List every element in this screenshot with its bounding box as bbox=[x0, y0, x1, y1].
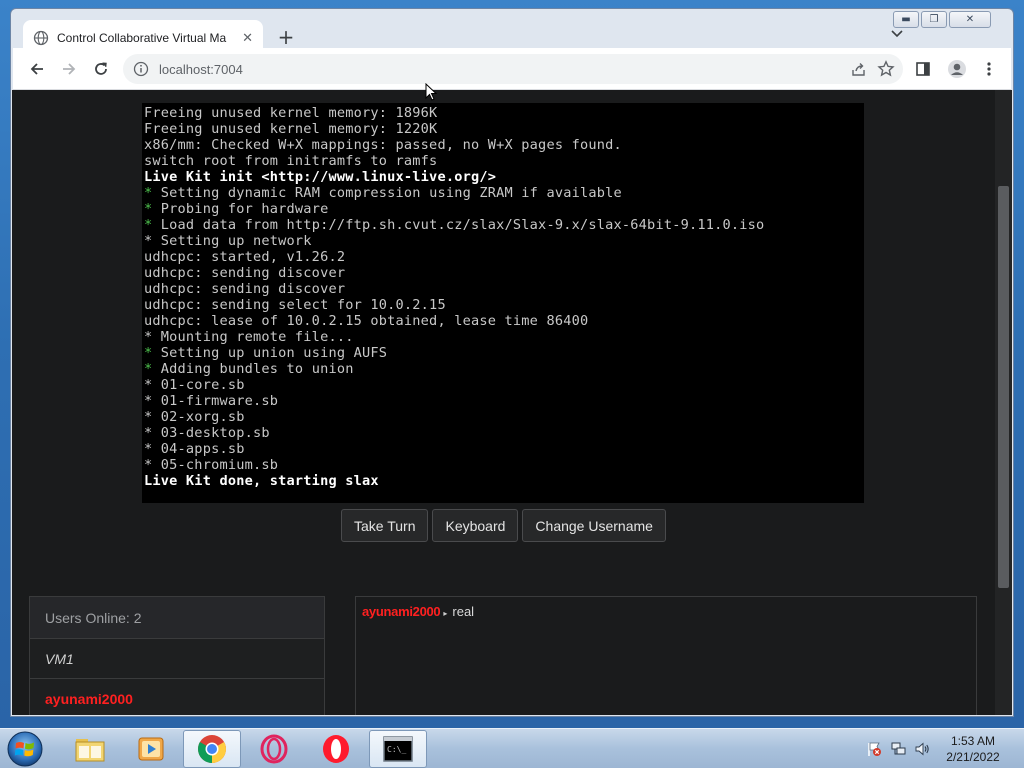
vm-display[interactable]: Freeing unused kernel memory: 1896K Freei… bbox=[142, 103, 864, 503]
tab-close-icon[interactable]: ✕ bbox=[242, 31, 253, 46]
terminal-line: switch root from initramfs to ramfs bbox=[144, 153, 438, 169]
terminal-line: udhcpc: sending discover bbox=[144, 265, 346, 281]
terminal-line: * Load data from http://ftp.sh.cvut.cz/s… bbox=[144, 217, 864, 233]
terminal-line-text: Setting dynamic RAM compression using ZR… bbox=[152, 185, 622, 201]
kebab-menu-icon bbox=[987, 62, 991, 76]
close-icon: ✕ bbox=[965, 14, 975, 25]
profile-avatar-icon bbox=[948, 60, 966, 78]
command-prompt-icon: C:\_ bbox=[383, 736, 413, 762]
site-info-icon[interactable] bbox=[133, 61, 149, 77]
terminal-line: udhcpc: started, v1.26.2 bbox=[144, 249, 346, 265]
terminal-line: * Probing for hardware bbox=[144, 201, 864, 217]
terminal-line: * 03-desktop.sb bbox=[144, 425, 270, 441]
keyboard-button[interactable]: Keyboard bbox=[432, 509, 519, 542]
scrollbar-thumb[interactable] bbox=[998, 186, 1009, 588]
svg-text:C:\_: C:\_ bbox=[387, 745, 406, 754]
taskbar-explorer[interactable] bbox=[61, 730, 119, 768]
browser-toolbar: localhost:7004 bbox=[13, 48, 1011, 90]
users-online-panel: Users Online: 2 VM1 ayunami2000 bbox=[29, 596, 325, 715]
terminal-line: Live Kit init <http://www.linux-live.org… bbox=[144, 169, 497, 185]
folder-explorer-icon bbox=[75, 739, 105, 762]
network-icon[interactable] bbox=[891, 741, 907, 757]
address-bar[interactable]: localhost:7004 bbox=[123, 54, 903, 84]
forward-arrow-icon bbox=[63, 63, 76, 75]
terminal-line: * Setting up union using AUFS bbox=[144, 345, 864, 361]
user-row-vm1[interactable]: VM1 bbox=[30, 639, 324, 679]
terminal-line: x86/mm: Checked W+X mappings: passed, no… bbox=[144, 137, 622, 153]
windows-start-button[interactable] bbox=[4, 730, 46, 768]
terminal-line-text: Adding bundles to union bbox=[152, 361, 354, 377]
profile-button[interactable] bbox=[945, 57, 969, 81]
chat-arrow-icon: ▸ bbox=[443, 609, 448, 618]
vm-control-buttons: Take Turn Keyboard Change Username bbox=[341, 509, 666, 542]
chat-message-text: real bbox=[452, 604, 475, 619]
terminal-line: * Mounting remote file... bbox=[144, 329, 354, 345]
terminal-line: Freeing unused kernel memory: 1896K bbox=[144, 105, 438, 121]
action-center-flag-icon[interactable] bbox=[866, 741, 882, 757]
clock-date: 2/21/2022 bbox=[946, 750, 1000, 764]
user-row-self[interactable]: ayunami2000 bbox=[30, 679, 324, 715]
terminal-line: * Setting dynamic RAM compression using … bbox=[144, 185, 864, 201]
taskbar-media-player[interactable] bbox=[122, 730, 180, 768]
taskbar-cmd[interactable]: C:\_ bbox=[369, 730, 427, 768]
globe-icon bbox=[33, 30, 49, 46]
chrome-icon bbox=[198, 735, 226, 763]
terminal-line: * 04-apps.sb bbox=[144, 441, 245, 457]
window-controls: ▬ ❐ ✕ bbox=[893, 11, 991, 28]
terminal-line: * 01-core.sb bbox=[144, 377, 245, 393]
terminal-line: * 05-chromium.sb bbox=[144, 457, 279, 473]
take-turn-button[interactable]: Take Turn bbox=[341, 509, 429, 542]
close-window-button[interactable]: ✕ bbox=[949, 11, 991, 28]
restore-icon: ❐ bbox=[929, 14, 939, 25]
terminal-line: Live Kit done, starting slax bbox=[144, 473, 379, 489]
terminal-line-text: Load data from http://ftp.sh.cvut.cz/sla… bbox=[152, 217, 765, 233]
mouse-pointer-icon bbox=[425, 83, 437, 101]
terminal-line: * 01-firmware.sb bbox=[144, 393, 279, 409]
tab-search-chevron-icon[interactable] bbox=[891, 27, 903, 41]
reload-icon bbox=[95, 62, 107, 75]
tab-title: Control Collaborative Virtual Ma bbox=[57, 31, 227, 45]
chat-username: ayunami2000 bbox=[362, 604, 441, 619]
new-tab-button[interactable]: + bbox=[273, 25, 299, 49]
terminal-line: * Adding bundles to union bbox=[144, 361, 864, 377]
media-player-icon bbox=[138, 737, 164, 761]
back-button[interactable] bbox=[25, 57, 49, 81]
taskbar-chrome[interactable] bbox=[183, 730, 241, 768]
url-text[interactable]: localhost:7004 bbox=[159, 62, 243, 77]
back-arrow-icon bbox=[30, 63, 43, 75]
bookmark-star-icon[interactable] bbox=[877, 60, 895, 78]
users-online-header: Users Online: 2 bbox=[30, 597, 324, 639]
forward-button[interactable] bbox=[57, 57, 81, 81]
minimize-button[interactable]: ▬ bbox=[893, 11, 919, 28]
system-clock[interactable]: 1:53 AM 2/21/2022 bbox=[938, 733, 1008, 765]
maximize-button[interactable]: ❐ bbox=[921, 11, 947, 28]
opera-gx-icon bbox=[260, 734, 288, 764]
side-panel-button[interactable] bbox=[911, 57, 935, 81]
terminal-line-text: Probing for hardware bbox=[152, 201, 329, 217]
terminal-line: udhcpc: sending select for 10.0.2.15 bbox=[144, 297, 446, 313]
change-username-button[interactable]: Change Username bbox=[522, 509, 666, 542]
minimize-icon: ▬ bbox=[901, 14, 911, 25]
browser-menu-button[interactable] bbox=[977, 57, 1001, 81]
terminal-line: udhcpc: lease of 10.0.2.15 obtained, lea… bbox=[144, 313, 589, 329]
share-icon[interactable] bbox=[851, 61, 867, 77]
chat-panel: ayunami2000 ▸ real bbox=[355, 596, 977, 715]
terminal-line-text: Setting up union using AUFS bbox=[152, 345, 388, 361]
chat-message: ayunami2000 ▸ real bbox=[362, 604, 474, 619]
volume-icon[interactable] bbox=[914, 741, 930, 757]
terminal-line: Freeing unused kernel memory: 1220K bbox=[144, 121, 438, 137]
page-viewport: Freeing unused kernel memory: 1896K Freei… bbox=[12, 90, 1012, 715]
taskbar-opera[interactable] bbox=[307, 730, 365, 768]
reload-button[interactable] bbox=[89, 57, 113, 81]
page-scrollbar[interactable] bbox=[995, 90, 1012, 715]
terminal-cursor: _ bbox=[144, 489, 153, 503]
opera-icon bbox=[323, 735, 349, 763]
windows-taskbar: C:\_ 1:53 AM 2/21/2022 bbox=[0, 728, 1024, 768]
clock-time: 1:53 AM bbox=[950, 734, 996, 748]
terminal-line: * Setting up network bbox=[144, 233, 312, 249]
terminal-line: * 02-xorg.sb bbox=[144, 409, 245, 425]
terminal-line: udhcpc: sending discover bbox=[144, 281, 346, 297]
taskbar-opera-gx[interactable] bbox=[245, 730, 303, 768]
side-panel-icon bbox=[916, 62, 930, 76]
